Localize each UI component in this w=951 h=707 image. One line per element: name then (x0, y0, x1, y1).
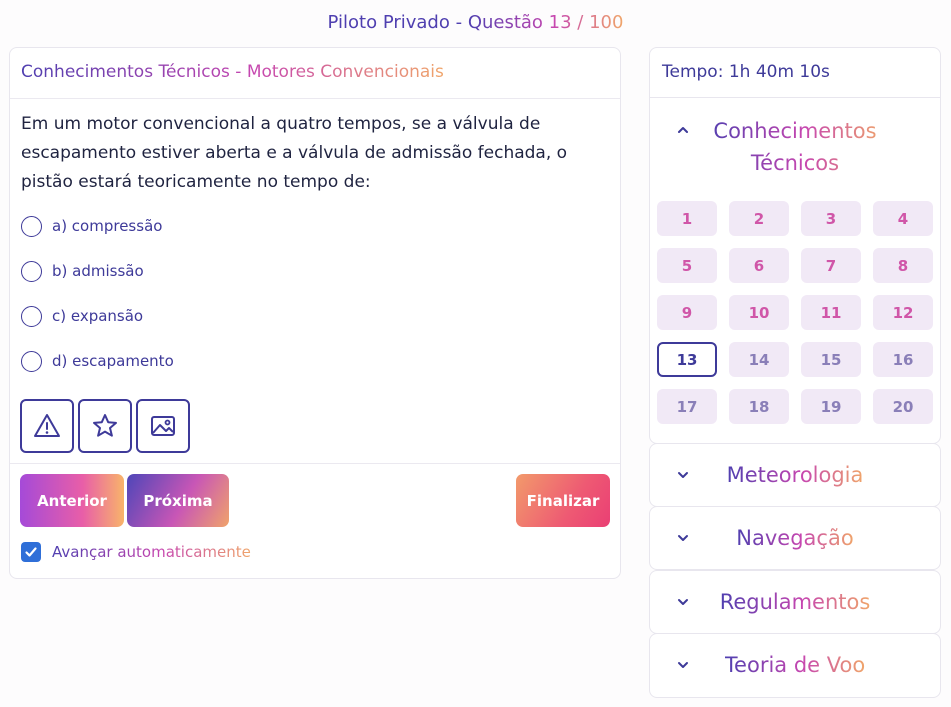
section-title[interactable]: Regulamentos (720, 590, 871, 614)
favorite-button[interactable] (78, 399, 132, 453)
radio-a[interactable] (21, 215, 42, 237)
next-button[interactable]: Próxima (127, 474, 229, 527)
title-question-counter: Questão 13 / 100 (467, 12, 624, 33)
question-number[interactable]: 17 (657, 389, 717, 424)
option-b[interactable]: b) admissão (21, 259, 144, 283)
question-number[interactable]: 10 (729, 295, 789, 330)
finish-button[interactable]: Finalizar (516, 474, 610, 527)
radio-d[interactable] (21, 350, 42, 372)
report-problem-button[interactable] (20, 399, 74, 453)
chevron-up-icon[interactable] (677, 124, 689, 136)
question-number[interactable]: 11 (801, 295, 861, 330)
option-d-label: d) escapamento (52, 352, 174, 370)
question-number[interactable]: 12 (873, 295, 933, 330)
check-icon (25, 547, 37, 557)
accordion-section-navegacao[interactable]: Navegação (649, 506, 941, 570)
question-number[interactable]: 19 (801, 389, 861, 424)
section-title[interactable]: Conhecimentos Técnicos (705, 115, 885, 179)
option-a-label: a) compressão (52, 217, 163, 235)
section-title[interactable]: Teoria de Voo (725, 653, 865, 677)
image-button[interactable] (136, 399, 190, 453)
question-number[interactable]: 1 (657, 201, 717, 236)
question-number[interactable]: 15 (801, 342, 861, 377)
question-number[interactable]: 7 (801, 248, 861, 283)
star-icon (93, 414, 117, 437)
question-number[interactable]: 2 (729, 201, 789, 236)
title-course: Piloto Privado - (327, 12, 468, 33)
radio-b[interactable] (21, 260, 42, 282)
question-category: Conhecimentos Técnicos - Motores Convenc… (21, 62, 444, 82)
chevron-down-icon[interactable] (677, 469, 689, 481)
auto-advance-label: Avançar automaticamente (52, 543, 251, 561)
option-b-label: b) admissão (52, 262, 144, 280)
option-c-label: c) expansão (52, 307, 144, 325)
timer: Tempo: 1h 40m 10s (649, 47, 941, 98)
chevron-down-icon[interactable] (677, 659, 689, 671)
option-c[interactable]: c) expansão (21, 304, 143, 328)
chevron-down-icon[interactable] (677, 596, 689, 608)
question-number[interactable]: 9 (657, 295, 717, 330)
accordion-section-teoria-de-voo[interactable]: Teoria de Voo (649, 633, 941, 698)
question-number[interactable]: 8 (873, 248, 933, 283)
radio-c[interactable] (21, 305, 42, 327)
auto-advance-checkbox[interactable] (21, 542, 41, 562)
question-number[interactable]: 6 (729, 248, 789, 283)
question-header: Conhecimentos Técnicos - Motores Convenc… (10, 48, 620, 99)
chevron-down-icon[interactable] (677, 532, 689, 544)
warning-icon (34, 414, 60, 437)
timer-text: Tempo: 1h 40m 10s (662, 62, 830, 82)
footer-divider (10, 463, 620, 464)
question-number[interactable]: 20 (873, 389, 933, 424)
accordion-section-meteorologia[interactable]: Meteorologia (649, 443, 941, 507)
question-number[interactable]: 16 (873, 342, 933, 377)
image-icon (151, 416, 175, 436)
question-number[interactable]: 4 (873, 201, 933, 236)
question-number[interactable]: 5 (657, 248, 717, 283)
option-a[interactable]: a) compressão (21, 214, 162, 238)
question-card: Conhecimentos Técnicos - Motores Convenc… (9, 47, 621, 579)
question-number-current[interactable]: 13 (657, 342, 717, 377)
page-title: Piloto Privado - Questão 13 / 100 (0, 12, 951, 33)
question-text: Em um motor convencional a quatro tempos… (21, 114, 568, 192)
previous-button[interactable]: Anterior (20, 474, 124, 527)
section-title[interactable]: Meteorologia (727, 463, 864, 487)
option-d[interactable]: d) escapamento (21, 349, 174, 373)
question-number[interactable]: 14 (729, 342, 789, 377)
auto-advance-row[interactable]: Avançar automaticamente (21, 542, 251, 562)
question-number[interactable]: 3 (801, 201, 861, 236)
section-title[interactable]: Navegação (736, 526, 853, 550)
accordion-section-regulamentos[interactable]: Regulamentos (649, 570, 941, 634)
question-grid: 1 2 3 4 5 6 7 8 9 10 11 12 13 14 15 16 1… (657, 201, 935, 424)
accordion-section-conhecimentos-tecnicos: Conhecimentos Técnicos 1 2 3 4 5 6 7 8 9… (649, 97, 941, 444)
question-number[interactable]: 18 (729, 389, 789, 424)
